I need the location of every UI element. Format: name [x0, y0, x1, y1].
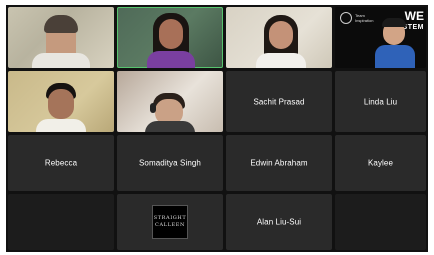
participant-tile-11[interactable]: Edwin Abraham [226, 135, 332, 191]
participant-shirt [145, 121, 195, 132]
participant-tile-6[interactable] [117, 71, 223, 132]
participant-tile-9[interactable]: Rebecca [8, 135, 114, 191]
participant-tile-8[interactable]: Linda Liu [335, 71, 426, 132]
participant-hair [382, 18, 406, 27]
participant-shirt [32, 53, 90, 68]
participant-name: Rebecca [44, 158, 78, 168]
participant-name: Kaylee [367, 158, 394, 168]
participant-video [269, 21, 293, 49]
participant-logo: STRAIGHT CALLEEN [152, 205, 188, 239]
participant-name: Linda Liu [363, 97, 398, 106]
brand-big: WE [404, 9, 424, 23]
headphones-icon [150, 103, 156, 113]
participant-tile-2[interactable] [117, 7, 223, 68]
participant-tile-4[interactable]: Team Inspiration WE STEM [335, 7, 426, 68]
participant-tile-3[interactable] [226, 7, 332, 68]
team-badge: Team Inspiration [340, 12, 373, 24]
participant-tile-15[interactable]: Alan Liu-Sui [226, 194, 332, 250]
participant-tile-14[interactable]: STRAIGHT CALLEEN [117, 194, 223, 250]
badge-line2: Inspiration [355, 18, 374, 23]
participant-tile-5[interactable] [8, 71, 114, 132]
participant-tile-13 [8, 194, 114, 250]
participant-shirt [147, 51, 195, 68]
participant-name: Sachit Prasad [253, 97, 305, 106]
participant-video [48, 89, 74, 119]
participant-shirt [375, 45, 415, 68]
lightbulb-icon [340, 12, 352, 24]
participant-tile-16 [335, 194, 426, 250]
participant-name: Somaditya Singh [139, 158, 201, 168]
participant-tile-10[interactable]: Somaditya Singh [117, 135, 223, 191]
logo-line1: STRAIGHT [153, 215, 187, 221]
participant-shirt [256, 53, 306, 68]
participant-name: Edwin Abraham [250, 158, 308, 168]
participant-tile-1[interactable] [8, 7, 114, 68]
video-grid: Team Inspiration WE STEM Sachit Prasad L… [6, 5, 428, 252]
participant-name: Alan Liu-Sui [256, 217, 302, 227]
logo-line2: CALLEEN [155, 222, 185, 228]
participant-video [159, 19, 183, 49]
brand-text: WE STEM [403, 9, 424, 33]
participant-tile-12[interactable]: Kaylee [335, 135, 426, 191]
participant-tile-7[interactable]: Sachit Prasad [226, 71, 332, 132]
participant-hair [44, 15, 78, 33]
participant-shirt [36, 119, 86, 132]
